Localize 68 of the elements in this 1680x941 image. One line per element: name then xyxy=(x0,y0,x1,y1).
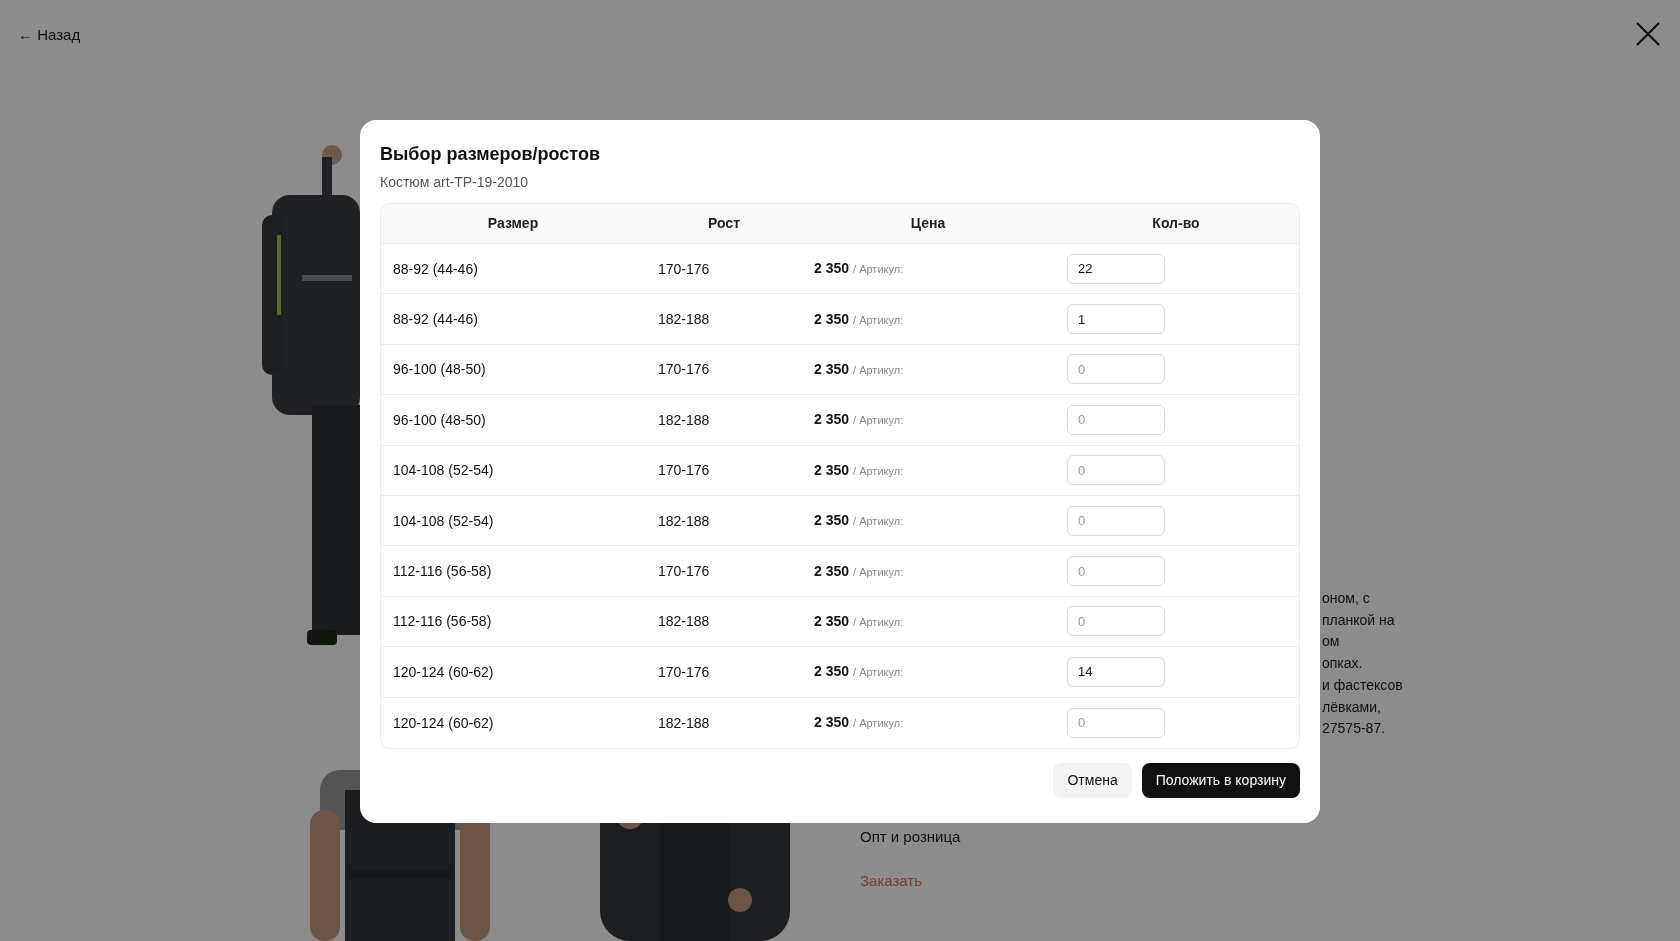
quantity-field[interactable]: 0 xyxy=(1067,404,1165,435)
table-cell: 170-176 xyxy=(658,361,710,378)
article-label: / Артикул: xyxy=(853,665,904,681)
table-cell: 112-116 (56-58) xyxy=(393,613,492,630)
price: 2 350 xyxy=(814,611,850,631)
article-label: / Артикул: xyxy=(853,362,904,378)
table-cell: 120-124 (60-62) xyxy=(393,663,494,680)
table-cell: 170-176 xyxy=(658,260,710,277)
price: 2 350 xyxy=(814,309,850,329)
table-cell: 96-100 (48-50) xyxy=(393,411,486,428)
table-cell: 88-92 (44-46) xyxy=(393,260,478,277)
article-label: / Артикул: xyxy=(853,262,904,278)
table-cell: 104-108 (52-54) xyxy=(393,512,494,529)
price: 2 350 xyxy=(814,561,850,581)
price: 2 350 xyxy=(814,410,850,430)
table-cell: 170-176 xyxy=(658,462,710,479)
table-cell: 170-176 xyxy=(658,663,710,680)
description-line: опках. xyxy=(1322,654,1364,674)
quantity-field[interactable]: 0 xyxy=(1067,505,1165,536)
article-label: / Артикул: xyxy=(853,312,904,328)
column-header: Кол-во xyxy=(1152,214,1200,233)
table-cell: 182-188 xyxy=(658,714,710,731)
price: 2 350 xyxy=(814,359,850,379)
table-cell: 112-116 (56-58) xyxy=(393,563,492,580)
add-to-cart-button[interactable]: Положить в корзину xyxy=(1141,762,1300,798)
back-link[interactable]: ← Назад xyxy=(18,24,81,47)
table-cell: 120-124 (60-62) xyxy=(393,714,494,731)
quantity-field[interactable]: 0 xyxy=(1067,354,1165,385)
modal-title: Выбор размеров/ростов xyxy=(380,143,601,166)
table-cell: 182-188 xyxy=(658,512,710,529)
cancel-button[interactable]: Отмена xyxy=(1053,762,1132,798)
description-line: лёвками, xyxy=(1322,697,1382,717)
article-label: / Артикул: xyxy=(853,413,904,429)
table-cell: 96-100 (48-50) xyxy=(393,361,486,378)
table-cell: 182-188 xyxy=(658,311,710,328)
description-line: оном, с xyxy=(1322,589,1371,608)
quantity-field[interactable]: 0 xyxy=(1067,606,1165,637)
table-cell: 170-176 xyxy=(658,563,710,580)
quantity-field[interactable]: 0 xyxy=(1067,707,1165,738)
price: 2 350 xyxy=(814,511,850,531)
column-header: Размер xyxy=(487,214,539,233)
table-cell: 88-92 (44-46) xyxy=(393,311,478,328)
price: 2 350 xyxy=(814,259,850,279)
description-line: 27575-87. xyxy=(1322,719,1387,739)
sale-note: Опт и розница xyxy=(860,827,961,847)
quantity-field[interactable]: 1 xyxy=(1067,304,1165,335)
price: 2 350 xyxy=(814,662,850,682)
column-header: Рост xyxy=(708,214,740,233)
article-label: / Артикул: xyxy=(853,463,904,479)
article-label: / Артикул: xyxy=(853,564,904,580)
price: 2 350 xyxy=(814,713,850,733)
quantity-field[interactable]: 0 xyxy=(1067,455,1165,486)
article-label: / Артикул: xyxy=(853,716,904,732)
description-line: планкой на xyxy=(1322,610,1396,630)
table-cell: 104-108 (52-54) xyxy=(393,462,494,479)
description-line: и фастексов xyxy=(1322,675,1403,695)
quantity-field[interactable]: 22 xyxy=(1067,253,1165,284)
close-icon[interactable] xyxy=(1636,22,1660,46)
column-header: Цена xyxy=(910,214,946,233)
article-label: / Артикул: xyxy=(853,514,904,530)
table-cell: 182-188 xyxy=(658,613,710,630)
description-line: ом xyxy=(1322,632,1341,652)
modal-subtitle: Костюм art-TP-19-2010 xyxy=(380,173,530,191)
quantity-field[interactable]: 0 xyxy=(1067,556,1165,587)
table-cell: 182-188 xyxy=(658,411,710,428)
article-label: / Артикул: xyxy=(853,614,904,630)
quantity-field[interactable]: 14 xyxy=(1067,656,1165,687)
price: 2 350 xyxy=(814,460,850,480)
